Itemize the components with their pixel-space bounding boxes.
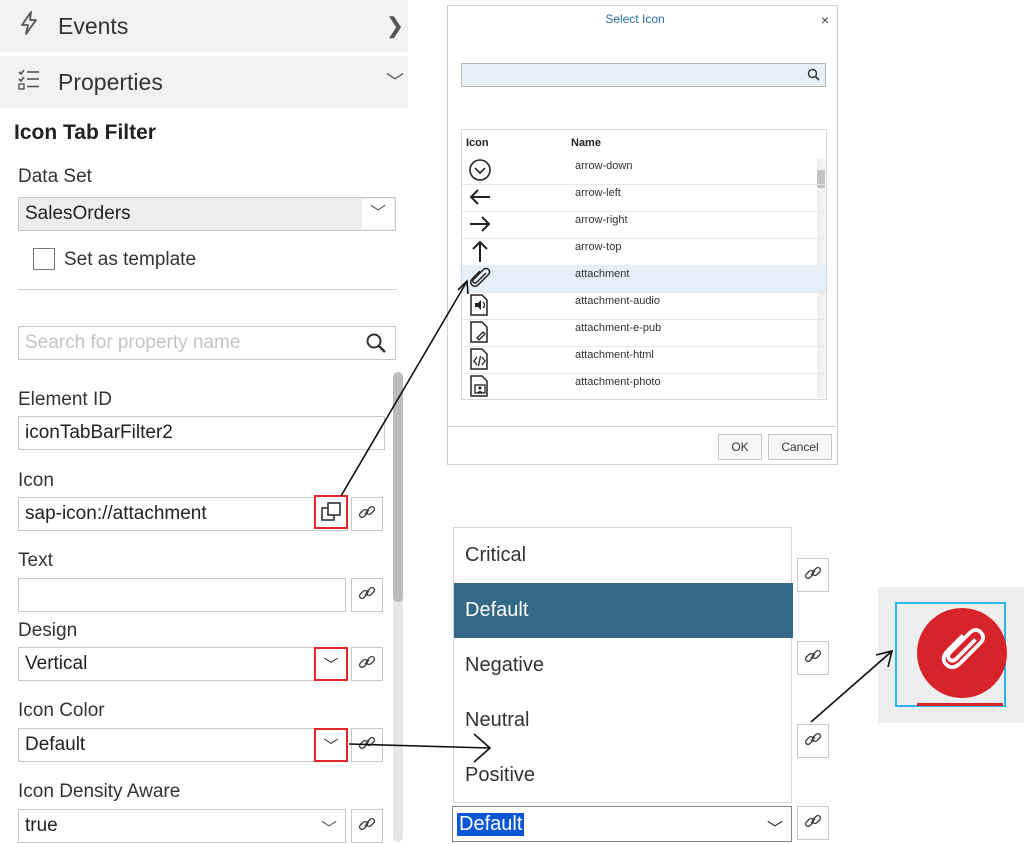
- arrow-to-list: [348, 743, 490, 749]
- annotation-arrows: [340, 279, 894, 763]
- arrow-to-dialog: [340, 282, 467, 497]
- arrow-to-preview: [810, 651, 892, 723]
